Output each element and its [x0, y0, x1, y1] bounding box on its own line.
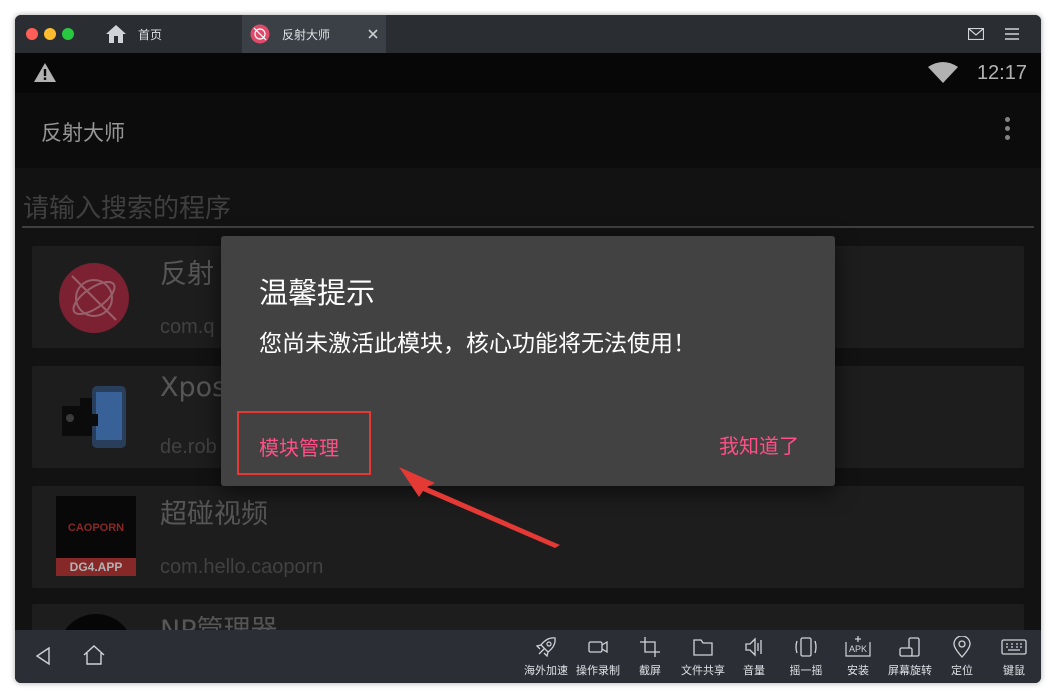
keyboard-mouse-button[interactable]: 键鼠	[997, 636, 1031, 678]
annotation-arrow	[399, 467, 560, 548]
overseas-accel-button[interactable]: 海外加速	[519, 636, 573, 678]
location-label: 定位	[951, 664, 973, 677]
location-button[interactable]: 定位	[945, 636, 979, 678]
record-button[interactable]: 操作录制	[571, 636, 625, 678]
overseas-accel-label: 海外加速	[524, 664, 568, 677]
screenshot-label: 截屏	[639, 664, 661, 677]
volume-button[interactable]: 音量	[737, 636, 771, 678]
apk-icon-text: APK	[848, 644, 867, 654]
folder-icon	[693, 639, 713, 656]
install-apk-button[interactable]: APK 安装	[841, 636, 875, 678]
shake-button[interactable]: 摇一摇	[785, 636, 827, 678]
volume-icon	[745, 637, 762, 657]
apk-icon: APK	[844, 636, 872, 658]
emulator-bottom-bar: 海外加速 操作录制 截屏 文件共享 音量 摇一摇 APK 安装 屏幕旋转 定位 …	[15, 630, 1041, 683]
location-icon	[953, 636, 971, 658]
back-icon[interactable]	[35, 647, 51, 665]
android-home-icon[interactable]	[83, 645, 105, 665]
install-label: 安装	[847, 664, 869, 677]
file-share-button[interactable]: 文件共享	[676, 636, 730, 678]
rocket-icon	[535, 637, 556, 658]
keyboard-icon	[1001, 639, 1027, 655]
volume-label: 音量	[743, 664, 765, 677]
rotate-icon	[899, 637, 920, 657]
crop-icon	[640, 637, 660, 657]
video-icon	[588, 640, 608, 654]
emulator-window: 首页 反射大师 12:17 反射大师 请输入搜索的程序 反射 com.q Xpo…	[15, 15, 1041, 683]
file-share-label: 文件共享	[681, 664, 725, 677]
shake-label: 摇一摇	[789, 664, 823, 677]
rotate-label: 屏幕旋转	[888, 664, 932, 677]
rotate-screen-button[interactable]: 屏幕旋转	[883, 636, 937, 678]
record-label: 操作录制	[576, 664, 620, 677]
shake-icon	[795, 637, 817, 657]
screenshot-button[interactable]: 截屏	[633, 636, 667, 678]
keyboard-mouse-label: 键鼠	[1003, 664, 1025, 677]
